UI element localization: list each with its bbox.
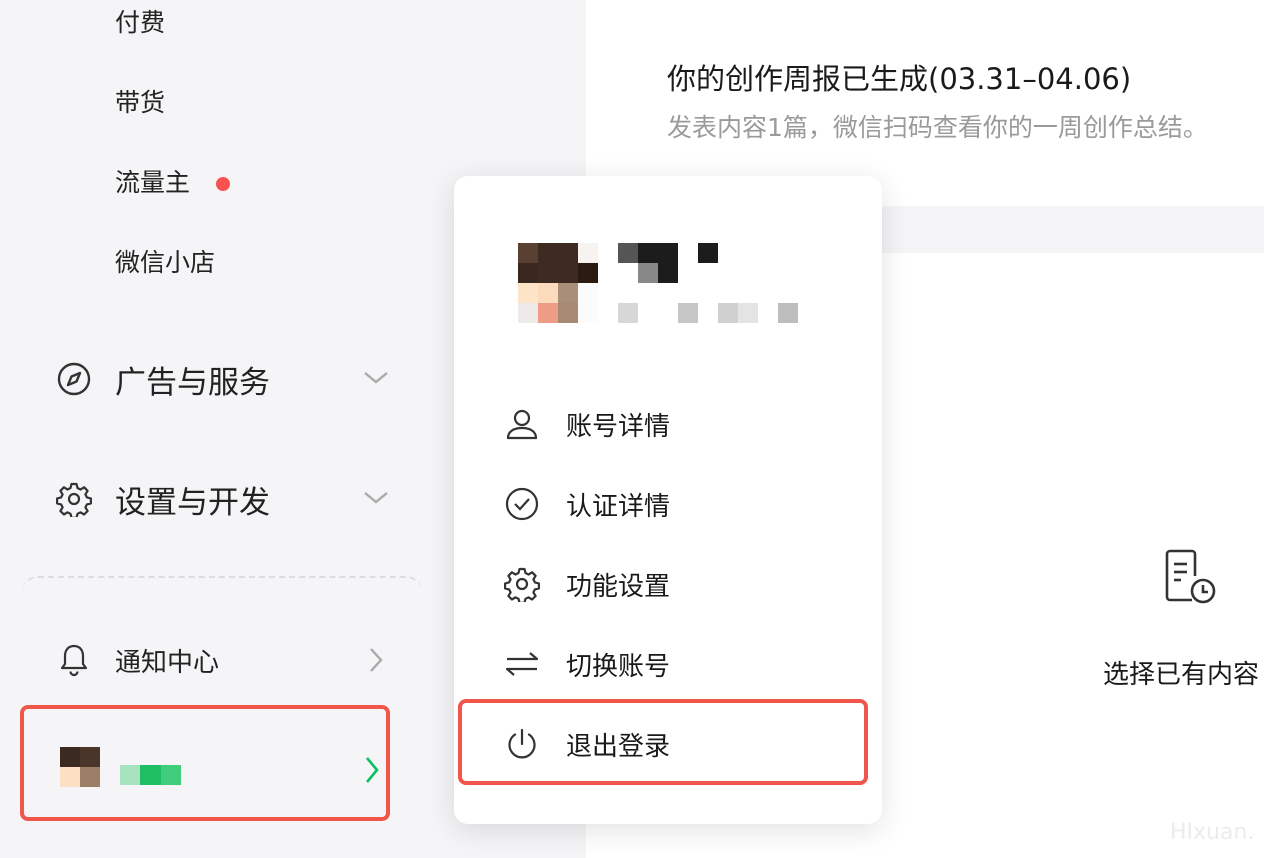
menu-verification-details[interactable]: 认证详情 bbox=[502, 482, 822, 526]
sidebar-group-label: 设置与开发 bbox=[115, 484, 270, 521]
watermark: HIxuan. bbox=[1170, 820, 1255, 845]
chevron-right-icon bbox=[362, 755, 382, 789]
menu-account-details[interactable]: 账号详情 bbox=[502, 402, 822, 446]
gear-icon bbox=[502, 564, 542, 604]
divider bbox=[22, 576, 422, 606]
compass-icon bbox=[56, 361, 92, 397]
gear-icon bbox=[56, 481, 92, 517]
power-icon bbox=[502, 724, 542, 764]
account-dropdown: 账号详情 认证详情 功能设置 切换账号 退出登录 bbox=[454, 176, 882, 824]
sidebar-item-label: 通知中心 bbox=[115, 647, 220, 678]
check-circle-icon bbox=[502, 484, 542, 524]
menu-label: 认证详情 bbox=[566, 491, 671, 522]
sidebar-item-goods[interactable]: 带货 bbox=[115, 90, 165, 115]
notification-dot bbox=[216, 177, 230, 191]
sidebar-group-ads-services[interactable]: 广告与服务 bbox=[56, 359, 396, 401]
switch-icon bbox=[502, 644, 542, 684]
menu-feature-settings[interactable]: 功能设置 bbox=[502, 562, 822, 606]
chevron-right-icon bbox=[366, 646, 386, 678]
menu-logout[interactable]: 退出登录 bbox=[502, 722, 822, 766]
sidebar-item-notifications[interactable]: 通知中心 bbox=[56, 640, 386, 680]
menu-switch-account[interactable]: 切换账号 bbox=[502, 642, 822, 686]
document-clock-icon[interactable] bbox=[1160, 548, 1220, 610]
account-switcher[interactable] bbox=[20, 705, 390, 821]
sidebar-group-label: 广告与服务 bbox=[115, 364, 270, 401]
menu-label: 功能设置 bbox=[566, 571, 671, 602]
avatar bbox=[60, 747, 100, 787]
sidebar-item-wechat-shop[interactable]: 微信小店 bbox=[115, 250, 215, 275]
chevron-down-icon bbox=[362, 487, 390, 511]
avatar bbox=[518, 243, 598, 323]
weekly-report-title: 你的创作周报已生成(03.31–04.06) bbox=[667, 62, 1132, 96]
sidebar-group-settings-dev[interactable]: 设置与开发 bbox=[56, 479, 396, 521]
select-existing-content[interactable]: 选择已有内容 bbox=[1103, 654, 1259, 691]
sidebar-item-traffic-master[interactable]: 流量主 bbox=[115, 170, 190, 195]
menu-label: 退出登录 bbox=[566, 731, 671, 762]
user-icon bbox=[502, 404, 542, 444]
menu-label: 切换账号 bbox=[566, 651, 671, 682]
menu-label: 账号详情 bbox=[566, 411, 671, 442]
weekly-report-subtitle: 发表内容1篇，微信扫码查看你的一周创作总结。 bbox=[667, 113, 1208, 142]
chevron-down-icon bbox=[362, 367, 390, 391]
account-name-redacted bbox=[120, 765, 181, 785]
sidebar-item-paid[interactable]: 付费 bbox=[115, 10, 165, 35]
bell-icon bbox=[56, 642, 92, 678]
